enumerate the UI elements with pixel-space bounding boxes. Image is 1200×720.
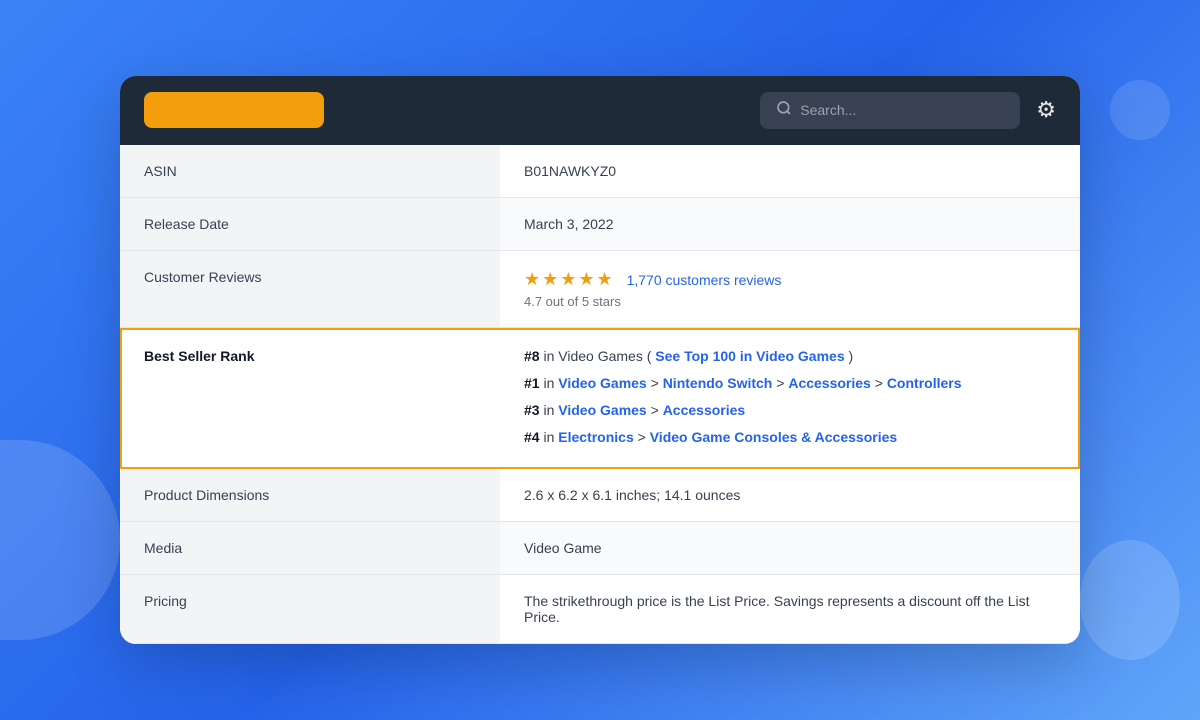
bsr-number-2: #1 — [524, 375, 540, 391]
table-label-media: Media — [120, 522, 500, 574]
reviews-line: ★★★★★ 1,770 customers reviews — [524, 269, 1056, 290]
bsr-link-accessories-1[interactable]: Accessories — [788, 375, 871, 391]
table-label-release-date: Release Date — [120, 198, 500, 250]
bsr-link-controllers[interactable]: Controllers — [887, 375, 962, 391]
bsr-number-1: #8 — [524, 348, 540, 364]
bsr-link-accessories-2[interactable]: Accessories — [663, 402, 746, 418]
table-value-bsr: #8 in Video Games ( See Top 100 in Video… — [500, 328, 1080, 469]
table-value-media: Video Game — [500, 522, 1080, 574]
table-value-asin: B01NAWKYZ0 — [500, 145, 1080, 197]
bsr-sep-4a: > — [638, 429, 650, 445]
table-row: Pricing The strikethrough price is the L… — [120, 575, 1080, 644]
bsr-rank-2: #1 in Video Games > Nintendo Switch > Ac… — [524, 371, 1056, 396]
bsr-sep-2c: > — [875, 375, 887, 391]
navbar: Search... ⚙ — [120, 76, 1080, 145]
table-label-asin: ASIN — [120, 145, 500, 197]
table-row: Media Video Game — [120, 522, 1080, 575]
bsr-sep-2a: > — [651, 375, 663, 391]
table-label-customer-reviews: Customer Reviews — [120, 251, 500, 327]
table-row-bsr: Best Seller Rank #8 in Video Games ( See… — [120, 328, 1080, 470]
bsr-sep-2b: > — [776, 375, 788, 391]
bsr-rank-1: #8 in Video Games ( See Top 100 in Video… — [524, 344, 1056, 369]
product-table: ASIN B01NAWKYZ0 Release Date March 3, 20… — [120, 145, 1080, 645]
bsr-sep-3a: > — [651, 402, 663, 418]
bg-decoration-right — [1080, 540, 1180, 660]
bsr-text-1: in Video Games ( — [543, 348, 651, 364]
main-card: Search... ⚙ ASIN B01NAWKYZ0 Release Date… — [120, 76, 1080, 645]
bsr-link-videogames-2[interactable]: Video Games — [558, 375, 646, 391]
bsr-link-nintendo-switch[interactable]: Nintendo Switch — [663, 375, 773, 391]
logo[interactable] — [144, 92, 324, 128]
table-value-customer-reviews: ★★★★★ 1,770 customers reviews 4.7 out of… — [500, 251, 1080, 327]
bsr-in-3: in — [543, 402, 558, 418]
bsr-number-4: #4 — [524, 429, 540, 445]
star-rating: ★★★★★ — [524, 269, 615, 289]
bsr-link-electronics[interactable]: Electronics — [558, 429, 633, 445]
bsr-link-top100[interactable]: See Top 100 in Video Games — [655, 348, 844, 364]
bsr-in-2: in — [543, 375, 558, 391]
table-value-release-date: March 3, 2022 — [500, 198, 1080, 250]
bsr-link-consoles[interactable]: Video Game Consoles & Accessories — [650, 429, 897, 445]
bsr-in-4: in — [543, 429, 558, 445]
search-placeholder-text: Search... — [800, 102, 856, 118]
navbar-right: Search... ⚙ — [760, 92, 1056, 129]
table-row: Customer Reviews ★★★★★ 1,770 customers r… — [120, 251, 1080, 328]
search-bar[interactable]: Search... — [760, 92, 1020, 129]
search-icon — [776, 100, 792, 121]
table-value-pricing: The strikethrough price is the List Pric… — [500, 575, 1080, 643]
table-label-pricing: Pricing — [120, 575, 500, 643]
table-row: Release Date March 3, 2022 — [120, 198, 1080, 251]
table-value-dimensions: 2.6 x 6.2 x 6.1 inches; 14.1 ounces — [500, 469, 1080, 521]
rating-text: 4.7 out of 5 stars — [524, 294, 1056, 309]
bg-decoration-left — [0, 440, 120, 640]
bsr-link-videogames-3[interactable]: Video Games — [558, 402, 646, 418]
bsr-rank-3: #3 in Video Games > Accessories — [524, 398, 1056, 423]
bsr-number-3: #3 — [524, 402, 540, 418]
review-count-link[interactable]: 1,770 customers reviews — [627, 272, 782, 288]
table-label-dimensions: Product Dimensions — [120, 469, 500, 521]
bsr-close-paren: ) — [849, 348, 854, 364]
table-label-bsr: Best Seller Rank — [120, 328, 500, 469]
bg-decoration-right2 — [1110, 80, 1170, 140]
table-row: ASIN B01NAWKYZ0 — [120, 145, 1080, 198]
settings-icon[interactable]: ⚙ — [1036, 97, 1056, 123]
bsr-rank-4: #4 in Electronics > Video Game Consoles … — [524, 425, 1056, 450]
table-row: Product Dimensions 2.6 x 6.2 x 6.1 inche… — [120, 469, 1080, 522]
